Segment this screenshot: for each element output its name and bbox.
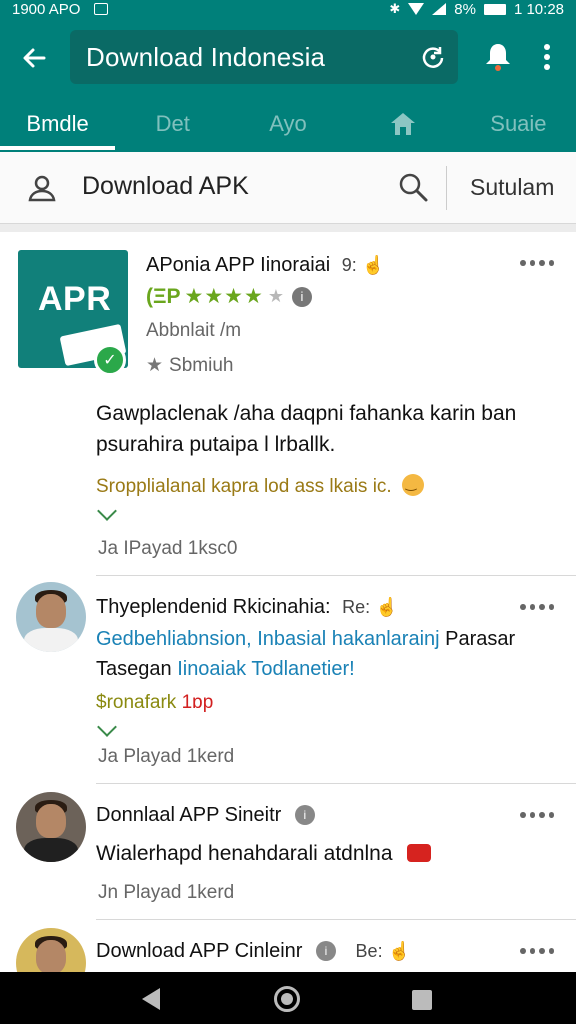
- card-body: Wialerhapd henahdarali atdnlna: [96, 838, 546, 869]
- avatar[interactable]: [16, 792, 86, 862]
- promo-text-green: $ronafark: [96, 692, 177, 713]
- card-body-link-line1: Gedbehliabnsion, Inbasial hakanlarainj: [96, 628, 440, 650]
- bell-icon[interactable]: [482, 40, 514, 74]
- chevron-down-icon[interactable]: [97, 717, 117, 737]
- card-title-text: Thyeplendenid Rkicinahia:: [96, 596, 331, 618]
- system-nav-bar: [0, 972, 576, 1024]
- page-title: Download APK: [82, 172, 249, 200]
- battery-icon: [483, 3, 506, 15]
- promo-text[interactable]: Sropplialanal kapra lod ass lkais ic.: [96, 474, 424, 498]
- gift-icon: [406, 844, 431, 862]
- star-icon: ★: [146, 355, 164, 376]
- app-meta-text: Sbmiuh: [169, 355, 234, 376]
- signal-icon: [432, 3, 447, 15]
- home-icon: [391, 113, 416, 135]
- info-icon[interactable]: i: [291, 286, 312, 307]
- refresh-icon[interactable]: [420, 44, 446, 70]
- more-horiz-icon[interactable]: [520, 946, 554, 956]
- search-bar-title: Download Indonesia: [86, 41, 326, 72]
- tab-ayo[interactable]: Ayo: [230, 96, 345, 152]
- battery-percent: 8%: [454, 0, 476, 18]
- card-title-suffix: Re:: [342, 597, 371, 617]
- tab-bmdle[interactable]: Bmdle: [0, 96, 116, 152]
- feed-card-post[interactable]: Donnlaal APP Sineitr i Wialerhapd henahd…: [0, 784, 576, 920]
- card-body-link-line2: Iinoaiak Todlanetier!: [177, 658, 355, 680]
- more-horiz-icon[interactable]: [520, 602, 554, 612]
- card-title-text: Donnlaal APP Sineitr: [96, 804, 282, 826]
- half-star-icon: ★: [267, 286, 284, 306]
- card-body-line2-start: Tasegan: [96, 658, 172, 680]
- bluetooth-icon: ✱: [389, 1, 401, 16]
- card-title-suffix: Be:: [355, 941, 383, 961]
- verified-icon: i: [315, 941, 336, 961]
- tab-det[interactable]: Det: [115, 96, 230, 152]
- card-title-text: AРonia APP Iinoraiai: [146, 254, 331, 276]
- card-title-text: Download APP Cinleinr: [96, 940, 303, 962]
- feed: APR ✓ AРonia APP Iinoraiai 9: ☝ (ΞP ★★★★…: [0, 232, 576, 972]
- app-icon-text: APR: [38, 280, 112, 318]
- tab-suaie[interactable]: Suaie: [461, 96, 576, 152]
- card-title[interactable]: Download APP Cinleinr i Be: ☝: [96, 940, 411, 963]
- status-time: 1 10:28: [513, 0, 564, 18]
- promo-text[interactable]: $ronafark 1ɒp: [96, 692, 213, 714]
- toolbar: Download Indonesia: [0, 18, 576, 96]
- reaction-line[interactable]: Ja IPayad 1ksc0: [98, 538, 237, 560]
- status-left-text: 1900 APO: [12, 0, 81, 18]
- card-title[interactable]: Donnlaal APP Sineitr i: [96, 804, 315, 827]
- app-screen: 1900 APO ✱ 8% 1 10:28 Download Indonesia: [0, 0, 576, 1024]
- search-icon[interactable]: [396, 170, 430, 204]
- search-bar[interactable]: Download Indonesia: [70, 30, 458, 84]
- promo-text-red: 1ɒp: [181, 692, 214, 713]
- promo-text-value: Sropplialanal kapra lod ass lkais ic.: [96, 476, 392, 497]
- card-body-link[interactable]: Gedbehliabnsion, Inbasial hakanlarainj P…: [96, 624, 550, 684]
- app-icon[interactable]: APR ✓: [18, 250, 128, 376]
- more-vert-icon[interactable]: [532, 40, 562, 74]
- rating-row: (ΞP ★★★★ ★ i: [146, 284, 312, 309]
- feed-card-post[interactable]: Thyeplendenid Rkicinahia: Re: ☝ Gedbehli…: [0, 576, 576, 784]
- reaction-line[interactable]: Jn Playad 1kerd: [98, 882, 234, 904]
- app-meta: ★ Sbmiuh: [146, 354, 233, 377]
- more-horiz-icon[interactable]: [520, 810, 554, 820]
- tab-home[interactable]: [346, 96, 461, 152]
- wifi-icon: [408, 3, 425, 15]
- hand-icon: ☝: [388, 941, 411, 961]
- avatar[interactable]: [16, 928, 86, 972]
- subheader-right-button[interactable]: Sutulam: [470, 174, 554, 201]
- rating-stars: ★★★★: [184, 285, 264, 308]
- app-subtitle: Abbnlait /m: [146, 320, 242, 341]
- nav-back-icon[interactable]: [142, 988, 160, 1010]
- card-body: Gawplaclenak /aha daqpni fahanka karin b…: [96, 402, 517, 456]
- feed-card-app[interactable]: APR ✓ AРonia APP Iinoraiai 9: ☝ (ΞP ★★★★…: [0, 232, 576, 576]
- smile-emoji-icon: [401, 474, 424, 496]
- nav-recents-icon[interactable]: [412, 990, 432, 1010]
- feed-card-post[interactable]: Download APP Cinleinr i Be: ☝: [0, 920, 576, 972]
- back-arrow-icon[interactable]: [12, 36, 56, 80]
- chevron-down-icon[interactable]: [97, 501, 117, 521]
- card-title[interactable]: Thyeplendenid Rkicinahia: Re: ☝: [96, 596, 398, 619]
- verified-icon: i: [294, 805, 315, 825]
- screenshot-icon: [94, 3, 109, 15]
- card-body-line1-end: Parasar: [445, 628, 516, 650]
- user-icon[interactable]: [26, 172, 58, 204]
- status-bar: 1900 APO ✱ 8% 1 10:28: [0, 0, 576, 18]
- card-body-text: Wialerhapd henahdarali atdnlna: [96, 842, 393, 865]
- rating-prefix: (ΞP: [146, 284, 181, 308]
- tab-bar: Bmdle Det Ayo Suaie: [0, 96, 576, 152]
- hand-icon: ☝: [362, 255, 385, 275]
- card-title-suffix: 9:: [341, 255, 357, 275]
- avatar[interactable]: [16, 582, 86, 652]
- nav-home-icon[interactable]: [274, 986, 300, 1012]
- card-title[interactable]: AРonia APP Iinoraiai 9: ☝: [146, 254, 385, 277]
- more-horiz-icon[interactable]: [520, 258, 554, 268]
- divider: [446, 166, 447, 210]
- check-icon: ✓: [94, 344, 126, 376]
- hand-icon: ☝: [375, 597, 399, 617]
- subheader: Download APK Sutulam: [0, 152, 576, 224]
- reaction-line[interactable]: Ja Playad 1kerd: [98, 746, 234, 768]
- app-header: Download Indonesia Bmdle Det Ayo Suaie: [0, 18, 576, 152]
